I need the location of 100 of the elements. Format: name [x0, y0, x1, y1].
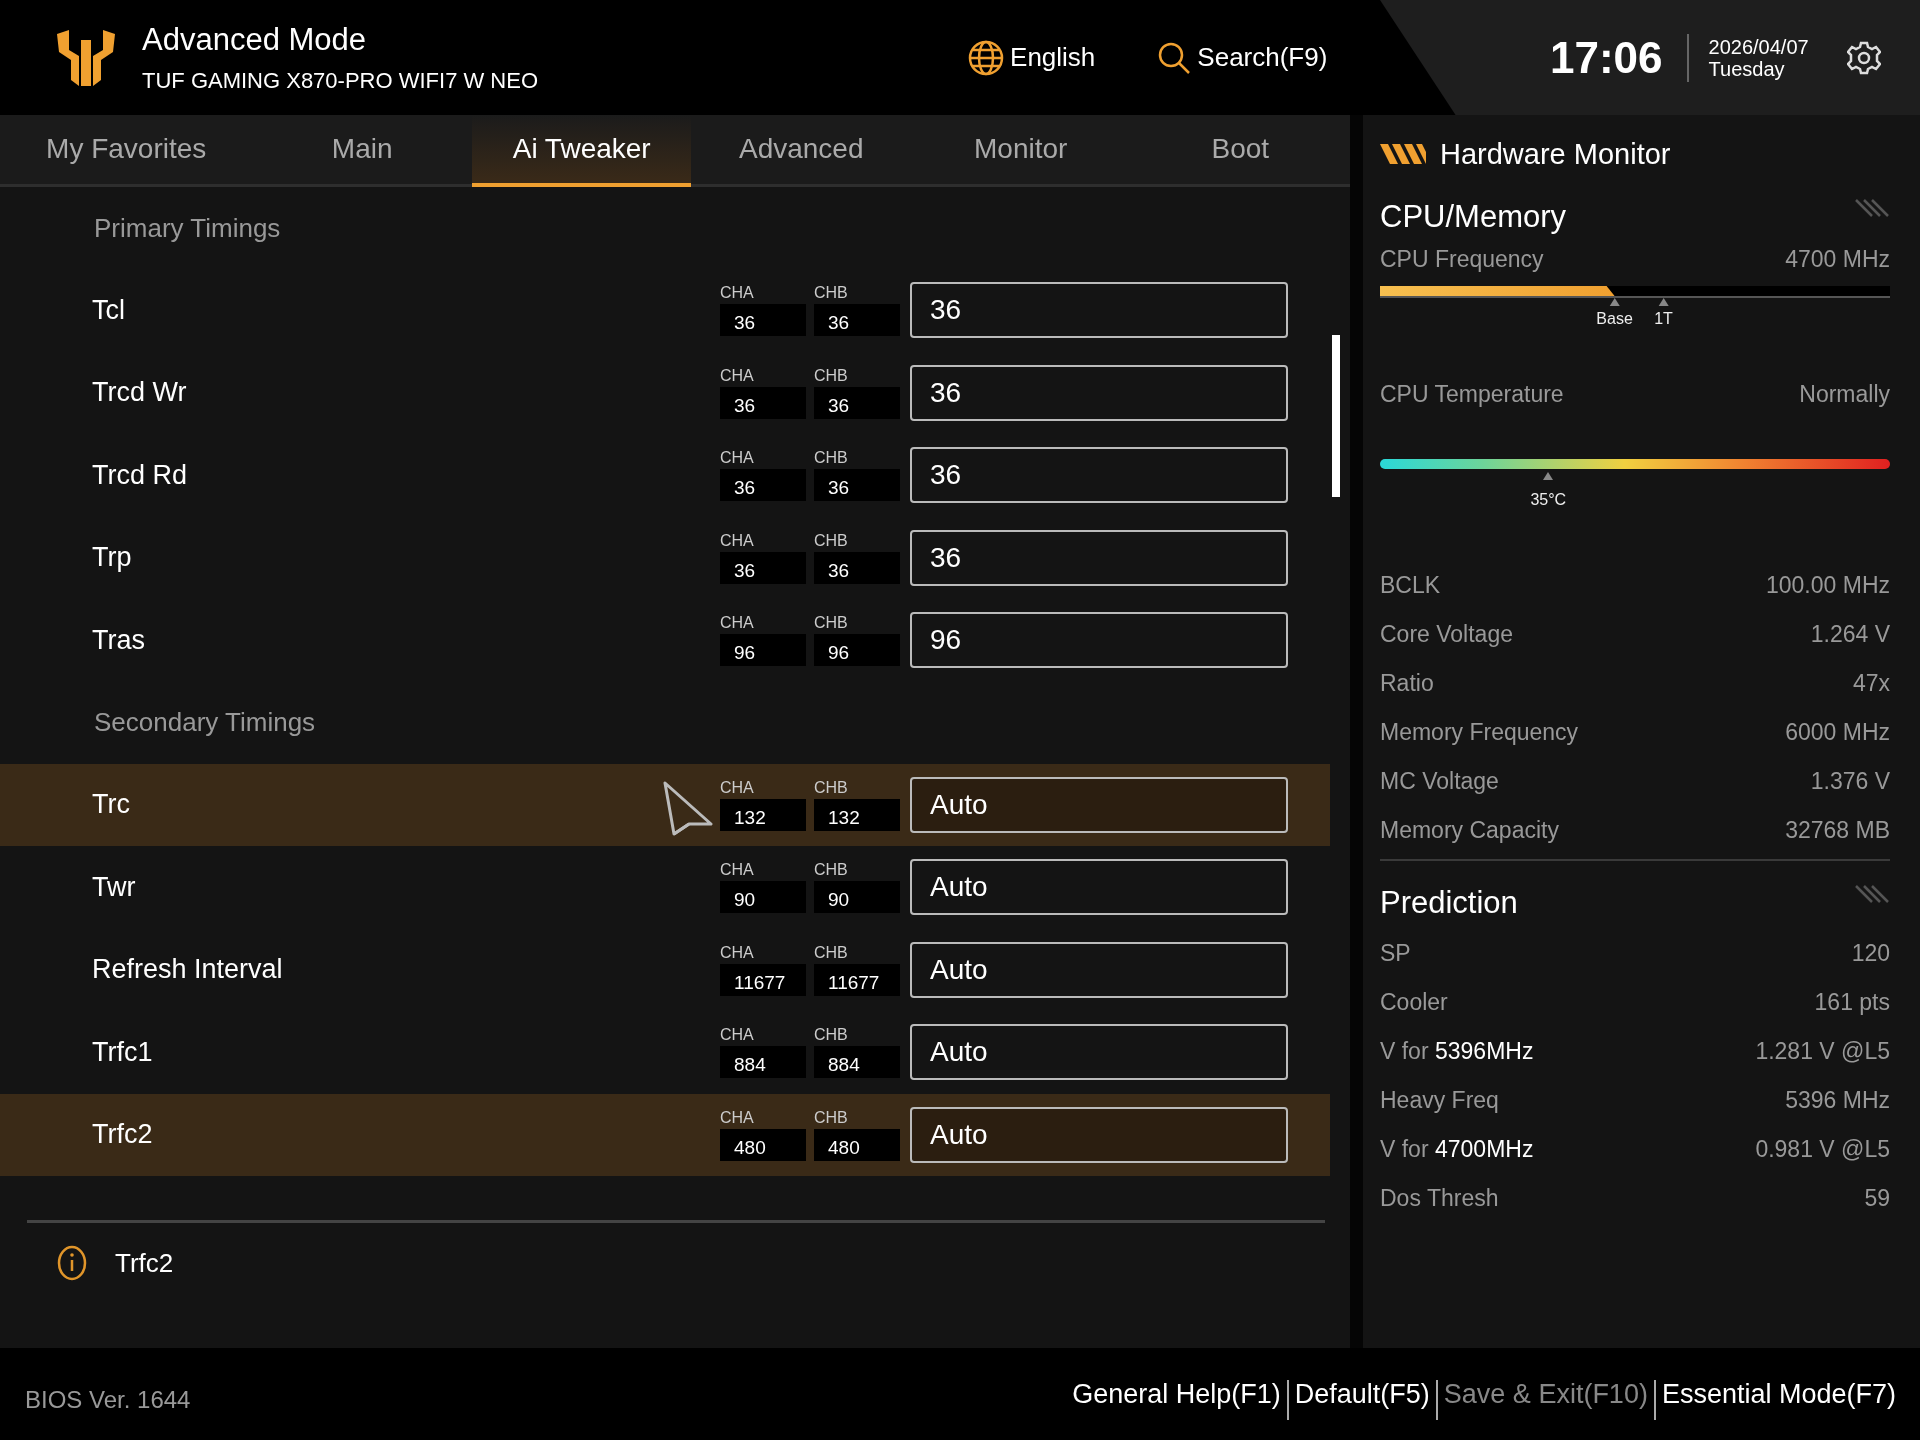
channel-label: CHB [814, 531, 849, 551]
metric-label: MC Voltage [1380, 768, 1499, 795]
channel-label: CHA [720, 449, 755, 469]
setting-row[interactable]: Trp CHA 36 CHB 36 36 [0, 516, 1330, 599]
footer-link[interactable]: Essential Mode(F7) [1655, 1378, 1902, 1410]
channel-value: 884 [720, 1046, 806, 1079]
setting-row[interactable]: Tras CHA 96 CHB 96 96 [0, 599, 1330, 682]
metric-label: CPU Frequency [1380, 246, 1544, 273]
logo-icon [57, 29, 115, 86]
channel-value: 90 [720, 881, 806, 914]
setting-label: Trcd Wr [92, 377, 188, 409]
settings-icon[interactable] [1846, 40, 1881, 75]
metric-value: Normally [1799, 381, 1890, 408]
metric-value: 4700 MHz [1785, 246, 1890, 273]
date-text: 2026/04/07 [1708, 35, 1809, 58]
info-icon [57, 1245, 87, 1281]
setting-row[interactable]: Trcd Rd CHA 36 CHB 36 36 [0, 434, 1330, 517]
channel-value: 11677 [720, 963, 806, 996]
setting-row[interactable]: Tcl CHA 36 CHB 36 36 [0, 269, 1330, 352]
language-button[interactable]: English [1010, 42, 1096, 73]
value-field[interactable]: Auto [910, 941, 1288, 998]
metric-label: SP [1380, 940, 1411, 967]
setting-label: Twr [92, 871, 137, 903]
metric-label: Dos Thresh [1380, 1185, 1499, 1212]
value-field[interactable]: Auto [910, 859, 1288, 916]
footer-link[interactable]: Default(F5) [1288, 1378, 1436, 1410]
metric-value: 100.00 MHz [1766, 572, 1890, 599]
value-field[interactable]: Auto [910, 776, 1288, 833]
stripes-icon [1854, 199, 1890, 217]
metric-label: Memory Frequency [1380, 719, 1579, 746]
section-title: CPU/Memory [1380, 199, 1566, 235]
metric-label: Memory Capacity [1380, 817, 1559, 844]
channel-label: CHA [720, 1108, 755, 1128]
channel-label: CHB [814, 614, 849, 634]
page-title: Advanced Mode [142, 21, 368, 58]
channel-label: CHB [814, 861, 849, 881]
channel-label: CHA [720, 614, 755, 634]
metric-value: 1.264 V [1810, 621, 1890, 648]
search-icon [1157, 40, 1192, 75]
metric-label: Core Voltage [1380, 621, 1513, 648]
channel-value: 36 [720, 386, 806, 419]
value-field[interactable]: 36 [910, 364, 1288, 421]
metric-value: 5396 MHz [1785, 1087, 1890, 1114]
metric-label: Ratio [1380, 670, 1434, 697]
temperature-reading: 35°C [1530, 491, 1567, 509]
setting-label: Refresh Interval [92, 954, 284, 986]
metric-value: 1.281 V @L5 [1755, 1038, 1890, 1065]
setting-row[interactable]: Trfc1 CHA 884 CHB 884 Auto [0, 1011, 1330, 1094]
search-button[interactable]: Search(F9) [1197, 42, 1328, 73]
metric-value: 0.981 V @L5 [1755, 1136, 1890, 1163]
value-field[interactable]: 36 [910, 282, 1288, 339]
setting-row[interactable]: Refresh Interval CHA 11677 CHB 11677 Auto [0, 928, 1330, 1011]
channel-label: CHB [814, 284, 849, 304]
metric-label: Heavy Freq [1380, 1087, 1499, 1114]
metric-label: Cooler [1380, 989, 1448, 1016]
channel-value: 36 [814, 304, 900, 337]
stripes-icon [1854, 885, 1890, 903]
channel-label: CHA [720, 943, 755, 963]
value-field[interactable]: Auto [910, 1106, 1288, 1163]
channel-label: CHB [814, 449, 849, 469]
menu-tab[interactable]: Advanced [691, 115, 911, 187]
scrollbar[interactable] [1332, 335, 1340, 497]
metric-value: 161 pts [1814, 989, 1890, 1016]
channel-label: CHB [814, 778, 849, 798]
section-heading: Primary Timings [94, 212, 281, 244]
footer-link[interactable]: General Help(F1) [1066, 1378, 1287, 1410]
setting-label: Trp [92, 542, 133, 574]
channel-value: 96 [814, 634, 900, 667]
setting-row[interactable]: Trcd Wr CHA 36 CHB 36 36 [0, 351, 1330, 434]
marker-icon [1658, 298, 1669, 306]
stripes-icon [1380, 144, 1426, 164]
value-field[interactable]: 36 [910, 529, 1288, 586]
clock-time: 17:06 [1550, 32, 1663, 83]
setting-label: Trfc1 [92, 1036, 154, 1068]
channel-value: 132 [814, 798, 900, 831]
channel-label: CHA [720, 531, 755, 551]
setting-row[interactable]: Trfc2 CHA 480 CHB 480 Auto [0, 1093, 1330, 1176]
metric-value: 59 [1864, 1185, 1890, 1212]
channel-label: CHB [814, 943, 849, 963]
value-field[interactable]: 96 [910, 612, 1288, 669]
setting-row[interactable]: Twr CHA 90 CHB 90 Auto [0, 846, 1330, 929]
menu-tab[interactable]: My Favorites [0, 115, 253, 187]
channel-value: 132 [720, 798, 806, 831]
channel-label: CHA [720, 778, 755, 798]
menu-tab[interactable]: Monitor [911, 115, 1131, 187]
channel-value: 36 [814, 386, 900, 419]
menu-tab[interactable]: Boot [1130, 115, 1350, 187]
menu-tab[interactable]: Main [252, 115, 472, 187]
setting-row[interactable]: Trc CHA 132 CHB 132 Auto [0, 763, 1330, 846]
value-field[interactable]: Auto [910, 1024, 1288, 1081]
globe-icon [968, 39, 1005, 76]
channel-value: 11677 [814, 963, 900, 996]
marker-label: 1T [1654, 310, 1673, 328]
channel-label: CHB [814, 1026, 849, 1046]
setting-label: Trfc2 [92, 1119, 154, 1151]
channel-value: 480 [814, 1128, 900, 1161]
channel-label: CHB [814, 366, 849, 386]
value-field[interactable]: 36 [910, 447, 1288, 504]
board-name: TUF GAMING X870-PRO WIFI7 W NEO [142, 67, 539, 94]
section-heading: Secondary Timings [94, 707, 316, 738]
